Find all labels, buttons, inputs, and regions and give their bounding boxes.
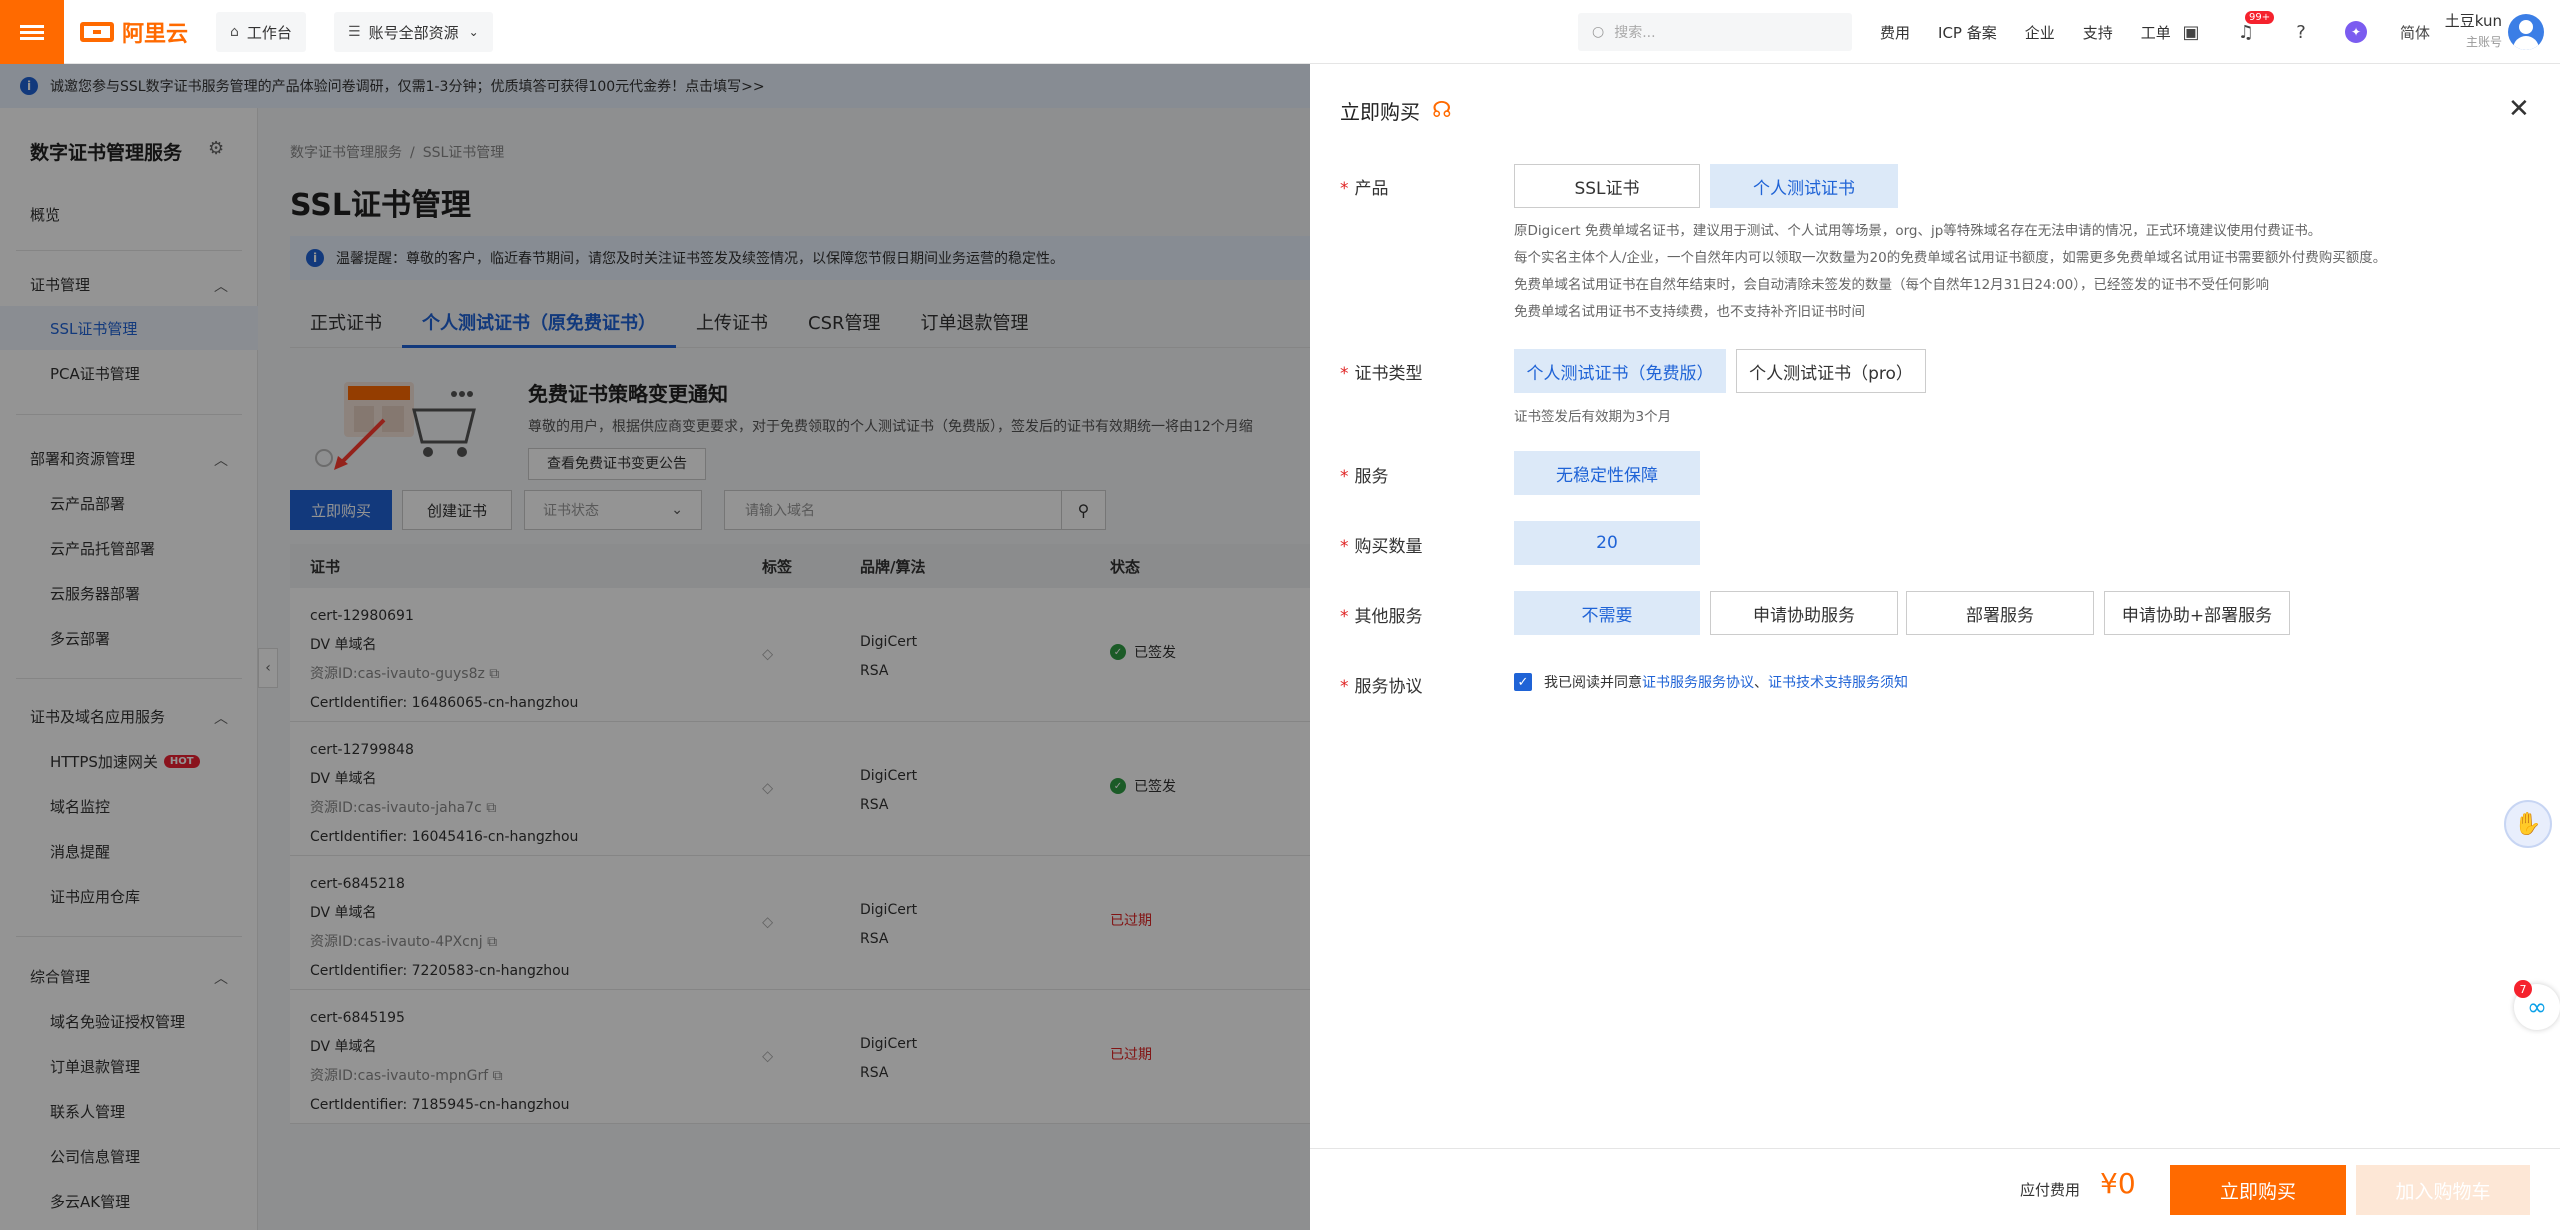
notification-badge: 99+ [2245, 11, 2275, 24]
other-option-assist-deploy[interactable]: 申请协助+部署服务 [2104, 591, 2290, 635]
resources-dropdown[interactable]: ☰ 账号全部资源 ⌄ [334, 12, 493, 52]
workbench-button[interactable]: ⌂ 工作台 [216, 12, 306, 52]
cert-type-description: 证书签发后有效期为3个月 [1514, 409, 1672, 425]
agreement-label: * 服务协议 [1340, 677, 1423, 697]
link-icp[interactable]: ICP 备案 [1938, 22, 1997, 43]
help-icon[interactable]: ? [2290, 21, 2312, 43]
quantity-option[interactable]: 20 [1514, 521, 1700, 565]
drawer-footer: 应付费用 ¥0 立即购买 加入购物车 [1310, 1148, 2560, 1230]
search-input[interactable]: ○ 搜索... [1578, 13, 1852, 51]
language-switch[interactable]: 简体 [2400, 21, 2430, 43]
menu-icon[interactable] [0, 0, 64, 64]
support-notice-link[interactable]: 证书技术支持服务须知 [1768, 672, 1908, 692]
chat-badge: 7 [2514, 980, 2532, 998]
service-agreement-link[interactable]: 证书服务服务协议 [1642, 672, 1754, 692]
avatar[interactable] [2508, 14, 2544, 50]
drawer-title: 立即购买 ☊ [1340, 98, 1452, 124]
fee-value: ¥0 [2100, 1167, 2136, 1200]
agreement-checkbox[interactable]: ✓ [1514, 673, 1532, 691]
user-role: 主账号 [2465, 35, 2502, 49]
purchase-drawer: 立即购买 ☊ ✕ * 产品 SSL证书 个人测试证书 原Digicert 免费单域名… [1310, 64, 2560, 1230]
user-name: 土豆kun [2444, 12, 2502, 30]
search-icon: ○ [1592, 24, 1605, 40]
headset-icon[interactable]: ☊ [1432, 98, 1452, 123]
other-option-deploy[interactable]: 部署服务 [1906, 591, 2094, 635]
agreement-row: ✓ 我已阅读并同意 证书服务服务协议、证书技术支持服务须知 [1514, 672, 1908, 692]
cert-type-option-free[interactable]: 个人测试证书（免费版） [1514, 349, 1726, 393]
aliyun-logo[interactable]: 阿里云 [80, 18, 188, 47]
other-option-none[interactable]: 不需要 [1514, 591, 1700, 635]
link-enterprise[interactable]: 企业 [2025, 22, 2055, 43]
product-label: * 产品 [1340, 179, 1389, 199]
quantity-label: * 购买数量 [1340, 537, 1423, 557]
service-option-no-guarantee[interactable]: 无稳定性保障 [1514, 451, 1700, 495]
product-option-ssl[interactable]: SSL证书 [1514, 164, 1700, 208]
link-ticket[interactable]: 工单 [2141, 22, 2171, 43]
other-option-assist[interactable]: 申请协助服务 [1710, 591, 1898, 635]
product-description: 原Digicert 免费单域名证书，建议用于测试、个人试用等场景，org、jp等… [1514, 223, 2387, 320]
list-icon: ☰ [348, 24, 361, 40]
chevron-down-icon: ⌄ [468, 25, 479, 39]
close-icon[interactable]: ✕ [2508, 94, 2530, 124]
service-label: * 服务 [1340, 467, 1389, 487]
chat-assistant-icon[interactable]: ∞ 7 [2514, 980, 2560, 1030]
buy-now-button[interactable]: 立即购买 [2170, 1165, 2346, 1215]
top-navbar: 阿里云 ⌂ 工作台 ☰ 账号全部资源 ⌄ ○ 搜索... 费用 ICP 备案 企业 支持… [0, 0, 2560, 64]
user-menu[interactable]: 土豆kun 主账号 [2444, 10, 2502, 50]
cert-type-label: * 证书类型 [1340, 364, 1423, 384]
add-to-cart-button[interactable]: 加入购物车 [2356, 1165, 2530, 1215]
product-option-personal-test[interactable]: 个人测试证书 [1710, 164, 1898, 208]
home-icon: ⌂ [230, 24, 239, 40]
bell-icon[interactable]: ♫ 99+ [2235, 11, 2275, 43]
fee-label: 应付费用 [2020, 1181, 2081, 1199]
ai-assistant-icon[interactable]: ✦ [2345, 21, 2367, 43]
link-support[interactable]: 支持 [2083, 22, 2113, 43]
feedback-hand-icon[interactable]: ✋ [2504, 800, 2552, 848]
other-services-label: * 其他服务 [1340, 607, 1423, 627]
terminal-icon[interactable]: ▣ [2180, 21, 2202, 43]
modal-overlay[interactable] [0, 64, 1310, 1230]
cert-type-option-pro[interactable]: 个人测试证书（pro） [1736, 349, 1926, 393]
link-fees[interactable]: 费用 [1880, 22, 1910, 43]
